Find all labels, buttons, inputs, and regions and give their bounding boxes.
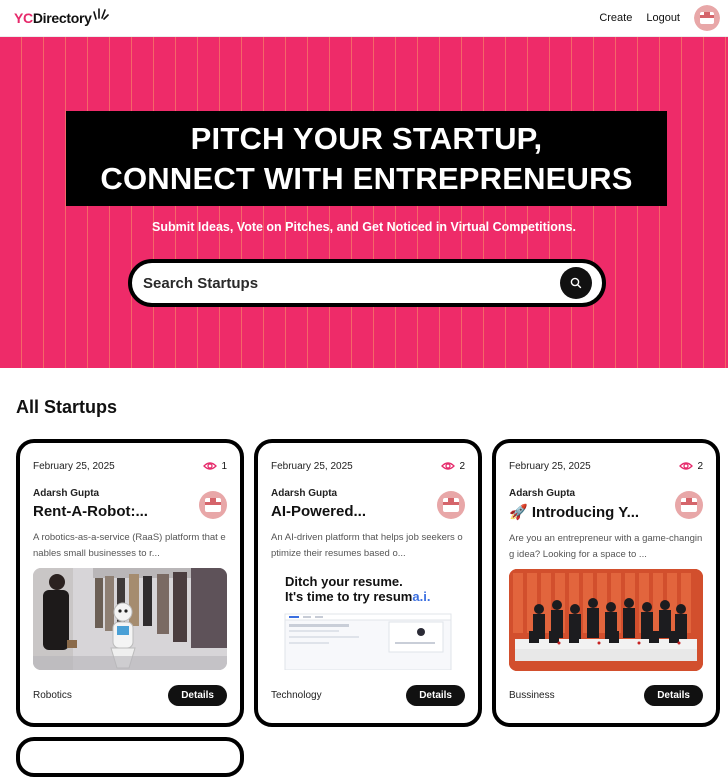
robot-store-image: [33, 568, 227, 670]
search-icon: [570, 277, 582, 289]
startup-card-partial: [16, 737, 244, 777]
author-avatar[interactable]: [199, 491, 227, 519]
image-headline-1: Ditch your resume.: [285, 574, 403, 589]
card-image[interactable]: [33, 568, 227, 670]
section-title: All Startups: [16, 397, 118, 417]
card-title[interactable]: 🚀 Introducing Y...: [509, 503, 669, 521]
card-image[interactable]: Ditch your resume. It's time to try resu…: [271, 568, 465, 670]
hero-section: PITCH YOUR STARTUP, CONNECT WITH ENTREPR…: [0, 37, 728, 368]
card-views: 1: [203, 461, 227, 472]
startup-card: February 25, 2025 1 Adarsh Gupta Rent-A-…: [16, 439, 244, 727]
card-author[interactable]: Adarsh Gupta: [509, 488, 703, 499]
card-author[interactable]: Adarsh Gupta: [271, 488, 465, 499]
card-view-count: 2: [697, 460, 703, 472]
details-button[interactable]: Details: [168, 685, 227, 706]
logo-yc: YC: [14, 10, 33, 26]
card-date: February 25, 2025: [33, 460, 115, 472]
card-views: 2: [679, 461, 703, 472]
eye-icon: [203, 462, 218, 470]
team-photo-image: [509, 569, 703, 671]
card-image[interactable]: [509, 569, 703, 671]
card-title[interactable]: Rent-A-Robot:...: [33, 503, 193, 520]
details-button[interactable]: Details: [406, 685, 465, 706]
eye-icon: [679, 462, 694, 470]
search-bar: [128, 259, 606, 307]
image-headline-2: It's time to try resuma.i.: [285, 589, 431, 604]
logo[interactable]: YC Directory: [14, 8, 109, 26]
search-input[interactable]: [143, 274, 523, 292]
nav-logout-link[interactable]: Logout: [646, 12, 680, 24]
hero-subtitle: Submit Ideas, Vote on Pitches, and Get N…: [152, 220, 576, 234]
card-date: February 25, 2025: [271, 460, 353, 472]
eye-icon: [441, 462, 456, 470]
card-author[interactable]: Adarsh Gupta: [33, 488, 227, 499]
author-avatar[interactable]: [437, 491, 465, 519]
user-avatar[interactable]: [694, 5, 720, 31]
card-category[interactable]: Robotics: [33, 690, 72, 701]
card-category[interactable]: Technology: [271, 690, 322, 701]
card-date: February 25, 2025: [509, 460, 591, 472]
card-title[interactable]: AI-Powered...: [271, 503, 431, 520]
card-description: An AI-driven platform that helps job see…: [271, 532, 463, 559]
startup-card: February 25, 2025 2 Adarsh Gupta AI-Powe…: [254, 439, 482, 727]
card-view-count: 1: [221, 460, 227, 472]
navbar: YC Directory Create Logout: [0, 0, 728, 37]
rocket-icon: 🚀: [509, 504, 528, 521]
hero-title-line2: CONNECT WITH ENTREPRENEURS: [100, 160, 633, 196]
card-description: Are you an entrepreneur with a game-chan…: [509, 533, 703, 560]
card-description: A robotics-as-a-service (RaaS) platform …: [33, 532, 226, 559]
search-button[interactable]: [560, 267, 592, 299]
sparks-icon: [92, 8, 109, 20]
hero-title-line1: PITCH YOUR STARTUP,: [190, 120, 543, 156]
nav-create-link[interactable]: Create: [599, 12, 632, 24]
startup-card: February 25, 2025 2 Adarsh Gupta 🚀 Intro…: [492, 439, 720, 727]
resume-app-screenshot: [284, 613, 452, 670]
card-view-count: 2: [459, 460, 465, 472]
card-category[interactable]: Bussiness: [509, 690, 555, 701]
logo-directory: Directory: [32, 10, 92, 26]
details-button[interactable]: Details: [644, 685, 703, 706]
card-views: 2: [441, 461, 465, 472]
hero-title: PITCH YOUR STARTUP, CONNECT WITH ENTREPR…: [66, 111, 667, 206]
author-avatar[interactable]: [675, 491, 703, 519]
